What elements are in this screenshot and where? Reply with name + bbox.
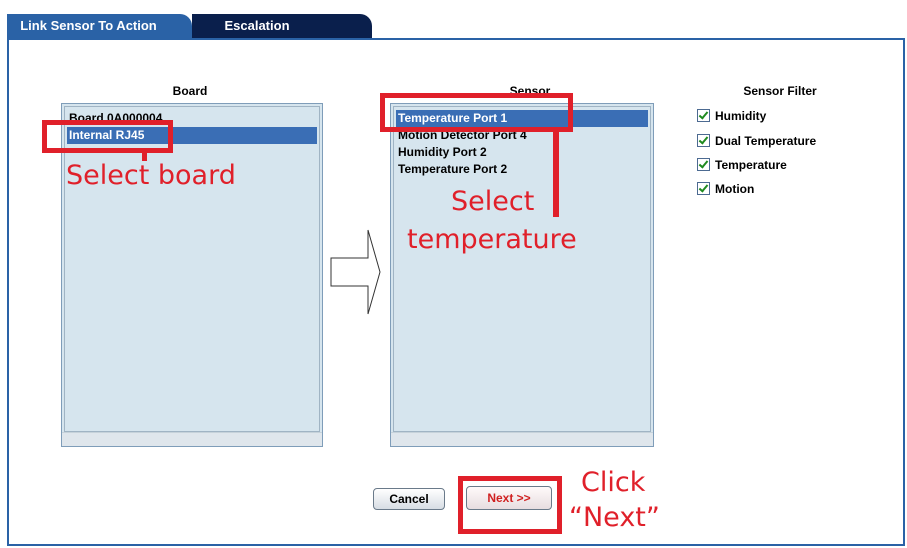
annotation-click: Click [581, 467, 646, 498]
annotation-box-board [42, 120, 173, 153]
sensor-filter-title: Sensor Filter [743, 84, 817, 98]
filter-label: Dual Temperature [715, 134, 817, 148]
filter-dual-temperature[interactable]: Dual Temperature [697, 134, 816, 152]
annotation-select-board: Select board [66, 160, 236, 191]
tab-label: Escalation [224, 18, 290, 33]
annotation-connector-temperature [553, 132, 559, 217]
board-list-footer [62, 432, 322, 446]
annotation-next: “Next” [569, 502, 660, 533]
filter-humidity[interactable]: Humidity [697, 109, 766, 127]
checkbox-checked-icon[interactable] [697, 109, 710, 123]
sensor-item-2[interactable]: Humidity Port 2 [396, 144, 648, 161]
annotation-box-next [458, 476, 562, 534]
tab-bar: Link Sensor To Action Escalation [0, 0, 907, 38]
tab-link-sensor-to-action[interactable]: Link Sensor To Action [7, 14, 192, 38]
filter-label: Motion [715, 182, 755, 196]
annotation-select-temperature-2: temperature [407, 224, 577, 255]
board-listbox[interactable]: Board 0A000004 Internal RJ45 [61, 103, 323, 447]
sensor-item-3[interactable]: Temperature Port 2 [396, 161, 648, 178]
checkbox-checked-icon[interactable] [697, 182, 710, 196]
arrow-right-icon [330, 229, 381, 315]
filter-label: Humidity [715, 109, 767, 123]
tab-escalation[interactable]: Escalation [192, 14, 372, 38]
annotation-select-temperature-1: Select [451, 186, 535, 217]
board-title: Board [172, 84, 208, 98]
filter-label: Temperature [715, 158, 787, 172]
filter-temperature[interactable]: Temperature [697, 158, 787, 176]
cancel-button[interactable]: Cancel [373, 488, 445, 510]
filter-motion[interactable]: Motion [697, 182, 754, 200]
annotation-box-temperature [380, 93, 573, 132]
sensor-list: Temperature Port 1 Motion Detector Port … [393, 106, 651, 432]
checkbox-checked-icon[interactable] [697, 158, 710, 172]
checkbox-checked-icon[interactable] [697, 134, 710, 148]
board-list: Board 0A000004 Internal RJ45 [64, 106, 320, 432]
sensor-list-footer [391, 432, 653, 446]
sensor-listbox[interactable]: Temperature Port 1 Motion Detector Port … [390, 103, 654, 447]
tab-label: Link Sensor To Action [20, 18, 157, 33]
